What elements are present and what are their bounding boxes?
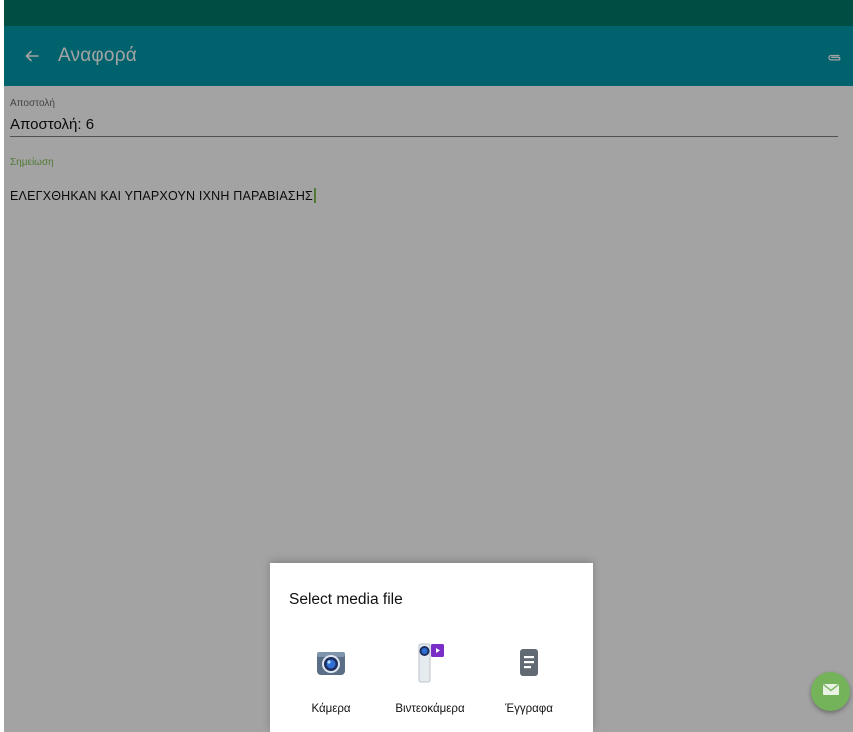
camera-option[interactable]: Κάμερα (282, 639, 380, 723)
mail-icon (822, 683, 840, 701)
video-camera-option[interactable]: Βιντεοκάμερα (381, 639, 479, 723)
camera-option-label: Κάμερα (311, 703, 351, 715)
document-icon (509, 643, 549, 683)
select-media-dialog: Select media file Κάμερα Βιντεοκάμερα Έγ… (270, 563, 593, 732)
dialog-title: Select media file (289, 591, 403, 608)
camera-icon (311, 643, 351, 683)
send-fab[interactable] (811, 672, 850, 711)
video-camera-icon (410, 643, 450, 683)
video-camera-option-label: Βιντεοκάμερα (395, 703, 465, 715)
documents-option[interactable]: Έγγραφα (480, 639, 578, 723)
documents-option-label: Έγγραφα (505, 703, 553, 715)
app-screen: Αναφορά Αποστολή Αποστολή: 6 Σημείωση ΕΛ… (4, 0, 853, 732)
